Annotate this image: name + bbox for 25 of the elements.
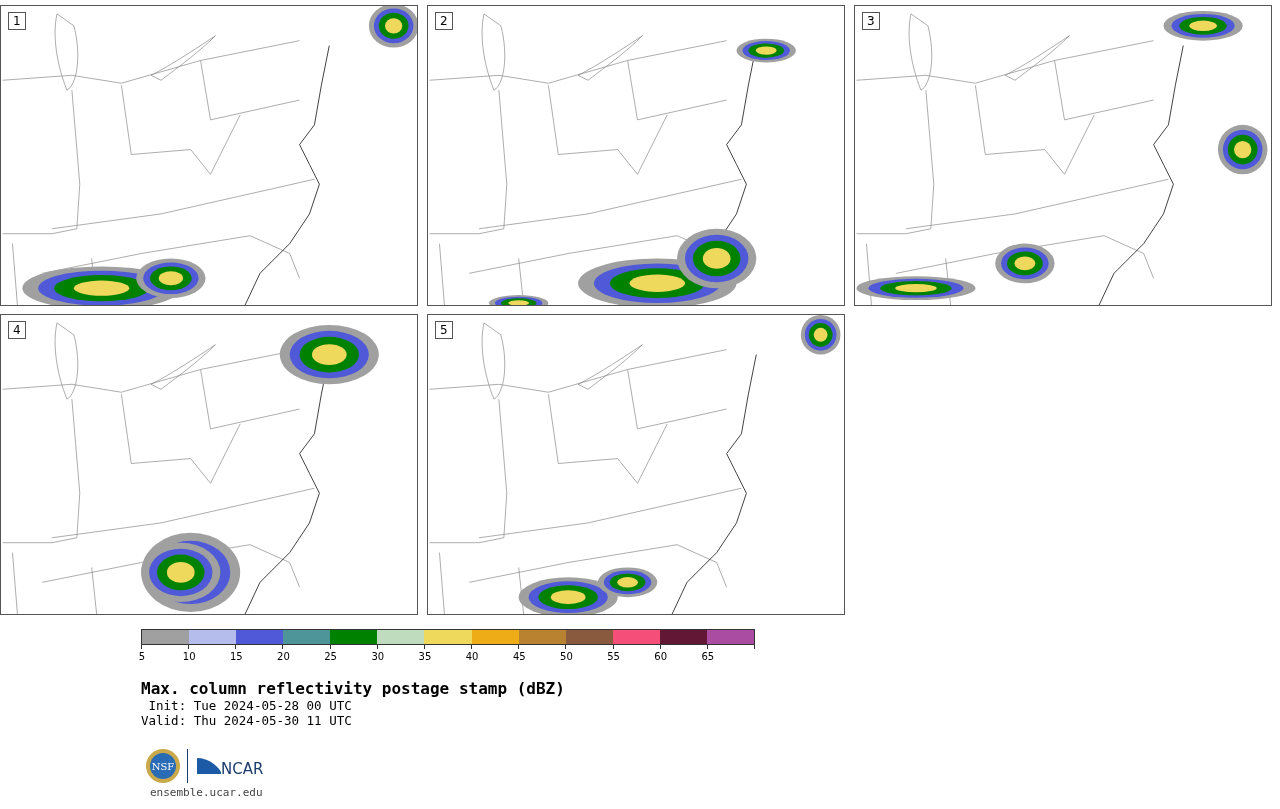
site-url: ensemble.ucar.edu — [150, 786, 264, 799]
ncar-logo: NCAR — [195, 754, 271, 778]
panel-number: 3 — [862, 12, 880, 30]
tick-label: 10 — [182, 651, 196, 662]
tick-label: 40 — [465, 651, 479, 662]
tick-label: 25 — [324, 651, 337, 662]
chart-title: Max. column reflectivity postage stamp (dBZ) — [141, 679, 566, 698]
init-time: Init: Tue 2024-05-28 00 UTC — [147, 698, 353, 713]
tick-label: 15 — [229, 651, 243, 662]
tick-label: 50 — [560, 651, 573, 662]
panel-number: 1 — [8, 12, 26, 30]
tick-label: 60 — [654, 651, 668, 662]
divider-line — [187, 749, 189, 783]
panel-number: 5 — [435, 321, 453, 339]
tick-label: 45 — [512, 651, 526, 662]
tick-label: 35 — [418, 651, 432, 662]
tick-label: 65 — [701, 651, 715, 662]
tick-label: 5 — [138, 651, 146, 662]
valid-time: Valid: Thu 2024-05-30 11 UTC — [141, 713, 353, 728]
nsf-logo: NSF — [145, 748, 181, 784]
panel-number: 4 — [8, 321, 26, 339]
tick-label: 20 — [277, 651, 290, 662]
tick-label: 30 — [371, 651, 385, 662]
panel-number: 2 — [435, 12, 453, 30]
tick-label: 55 — [607, 651, 620, 662]
